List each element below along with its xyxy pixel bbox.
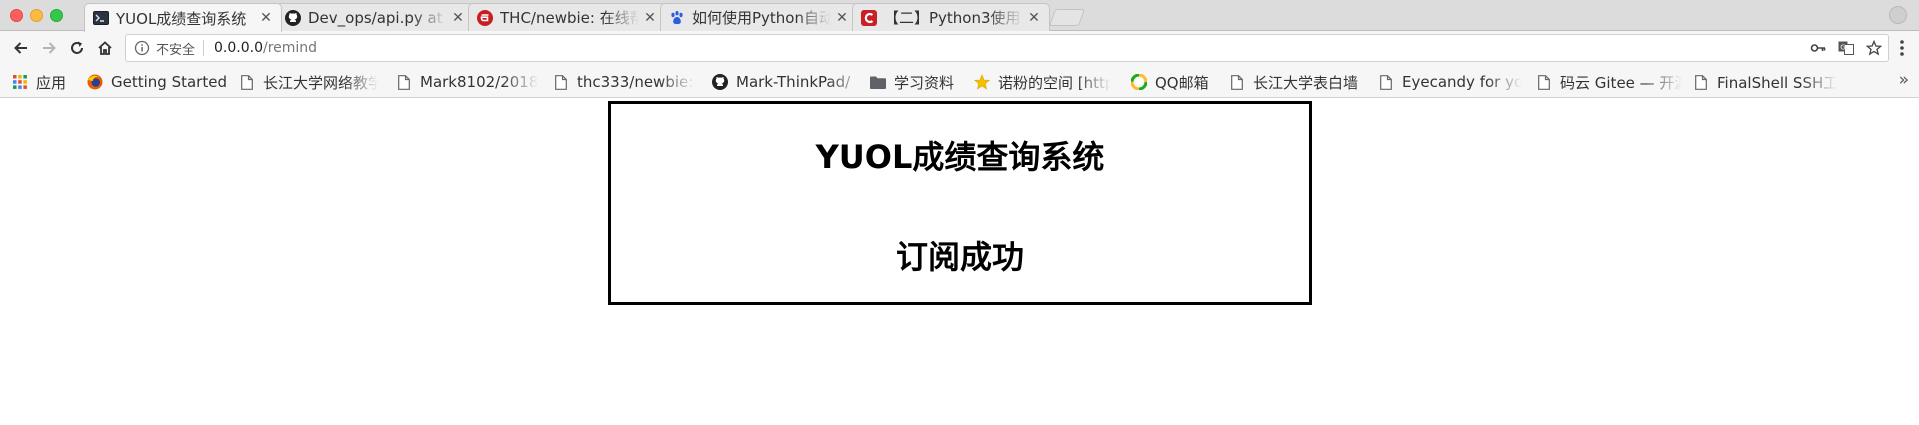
window-zoom-button[interactable] — [50, 9, 63, 22]
bookmark-label: 学习资料 — [894, 73, 955, 92]
bookmark-finalshell[interactable]: FinalShell SSH工 — [1693, 72, 1837, 92]
tab-thc-newbie[interactable]: THC/newbie: 在线帮 ✕ — [468, 3, 666, 31]
info-icon[interactable] — [134, 40, 150, 56]
address-bar-actions: G — [1810, 39, 1883, 60]
tab-title: 如何使用Python自动 — [692, 9, 831, 27]
new-tab-button[interactable] — [1048, 9, 1086, 26]
page-title: YUOL成绩查询系统 — [815, 138, 1105, 176]
toolbar: 不安全 0.0.0.0 /remind G — [0, 31, 1919, 65]
bookmarks-bar: 应用 Getting Started 长江大学网络教学 Mark8102/201… — [0, 65, 1919, 98]
csdn-icon — [861, 9, 877, 26]
bookmark-label: QQ邮箱 — [1155, 73, 1209, 92]
tab-close-icon[interactable]: ✕ — [835, 10, 849, 26]
bookmark-label: Mark-ThinkPad/ — [736, 73, 851, 91]
double-chevron-right-icon[interactable]: » — [1899, 70, 1909, 90]
subscribe-success-message: 订阅成功 — [895, 238, 1024, 276]
bookmark-label: thc333/newbie: — [577, 73, 694, 91]
menu-kebab-icon[interactable] — [1891, 37, 1913, 59]
qqmail-icon — [1131, 74, 1147, 90]
bookmark-confession-wall[interactable]: 长江大学表白墙 — [1229, 72, 1358, 92]
tab-title: THC/newbie: 在线帮 — [500, 9, 639, 27]
key-icon[interactable] — [1810, 40, 1826, 60]
tab-strip: YUOL成绩查询系统 ✕ Dev_ops/api.py at m ✕ THC/n… — [0, 0, 1919, 32]
bookmark-label: 应用 — [36, 73, 67, 92]
tab-python-auto[interactable]: 如何使用Python自动 ✕ — [660, 3, 858, 31]
page-icon — [1378, 74, 1394, 90]
tab-close-icon[interactable]: ✕ — [643, 10, 657, 26]
tab-close-icon[interactable]: ✕ — [259, 10, 273, 26]
forward-arrow-icon[interactable] — [38, 37, 60, 59]
page-icon — [1693, 74, 1709, 90]
reload-icon[interactable] — [66, 37, 88, 59]
profile-icon[interactable] — [1889, 6, 1907, 24]
address-bar[interactable]: 不安全 0.0.0.0 /remind G — [125, 34, 1889, 62]
bookmark-label: 长江大学网络教学 — [263, 73, 378, 92]
tab-yuol[interactable]: YUOL成绩查询系统 ✕ — [84, 3, 282, 32]
gitee-icon — [477, 9, 493, 26]
bookmark-yangtze-teaching[interactable]: 长江大学网络教学 — [239, 72, 378, 92]
translate-icon[interactable]: G — [1838, 40, 1854, 60]
bookmark-star-icon[interactable] — [1865, 39, 1883, 60]
bookmark-label: Eyecandy for you — [1402, 73, 1522, 91]
bookmark-label: FinalShell SSH工 — [1717, 73, 1837, 92]
tab-title: YUOL成绩查询系统 — [116, 9, 247, 28]
apps-grid-icon — [12, 74, 28, 90]
bookmark-label: 长江大学表白墙 — [1253, 73, 1359, 92]
page-icon — [1536, 74, 1552, 90]
page-icon — [396, 74, 412, 90]
bookmark-eyecandy[interactable]: Eyecandy for you — [1378, 72, 1522, 92]
tab-dev-ops[interactable]: Dev_ops/api.py at m ✕ — [276, 3, 474, 31]
firefox-icon — [87, 74, 103, 90]
github-icon — [712, 74, 728, 90]
bookmark-apps[interactable]: 应用 — [12, 72, 66, 92]
bookmark-label: Mark8102/2018_ — [420, 73, 538, 91]
page-icon — [239, 74, 255, 90]
bookmark-folder-study[interactable]: 学习资料 — [870, 72, 954, 92]
star-icon — [974, 74, 990, 90]
github-icon — [285, 9, 301, 26]
svg-text:G: G — [1840, 44, 1845, 52]
page-icon — [1229, 74, 1245, 90]
url-path: /remind — [263, 40, 318, 56]
folder-icon — [870, 74, 886, 90]
tab-title: Dev_ops/api.py at m — [308, 8, 447, 27]
security-label: 不安全 — [156, 42, 196, 58]
window-close-button[interactable] — [10, 9, 23, 22]
tab-python3[interactable]: 【二】Python3使用 ✕ — [852, 3, 1050, 31]
bookmark-nuofen-space[interactable]: 诺粉的空间 [http — [974, 72, 1111, 92]
home-icon[interactable] — [94, 37, 116, 59]
bookmark-thc333[interactable]: thc333/newbie: — [553, 72, 695, 92]
tab-title: 【二】Python3使用 — [884, 9, 1021, 27]
result-panel: YUOL成绩查询系统 订阅成功 — [608, 101, 1312, 305]
terminal-icon — [93, 10, 109, 26]
bookmark-gitee[interactable]: 码云 Gitee — 开源 — [1536, 72, 1682, 92]
bookmark-qqmail[interactable]: QQ邮箱 — [1131, 72, 1209, 92]
back-arrow-icon[interactable] — [10, 37, 32, 59]
baidu-paw-icon — [669, 10, 685, 26]
bookmark-getting-started[interactable]: Getting Started — [87, 72, 227, 92]
bookmark-mark-thinkpad[interactable]: Mark-ThinkPad/ — [712, 72, 866, 92]
bookmark-label: 码云 Gitee — 开源 — [1560, 73, 1682, 92]
tab-close-icon[interactable]: ✕ — [1027, 10, 1041, 26]
url-host: 0.0.0.0 — [214, 40, 263, 56]
window-minimize-button[interactable] — [30, 9, 43, 22]
page-icon — [553, 74, 569, 90]
address-separator — [203, 40, 205, 56]
bookmark-mark8102[interactable]: Mark8102/2018_ — [396, 72, 538, 92]
tab-close-icon[interactable]: ✕ — [451, 10, 465, 26]
bookmark-label: Getting Started — [111, 73, 227, 91]
bookmark-label: 诺粉的空间 [http — [998, 73, 1111, 92]
